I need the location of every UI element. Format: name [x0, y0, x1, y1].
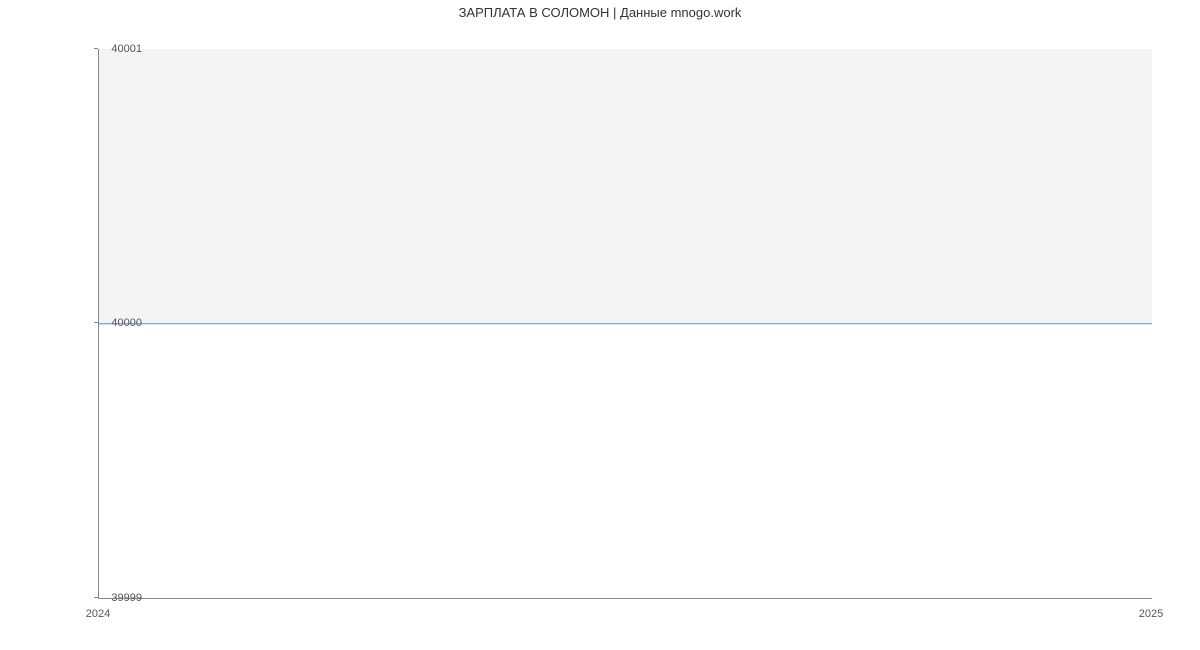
x-axis-tick-label: 2025: [1139, 608, 1163, 620]
chart-title: ЗАРПЛАТА В СОЛОМОН | Данные mnogo.work: [0, 0, 1200, 20]
x-axis-tick-label: 2024: [86, 608, 110, 620]
y-axis-tick: [94, 48, 98, 49]
y-axis-tick: [94, 322, 98, 323]
y-axis-tick: [94, 597, 98, 598]
data-series-line: [99, 323, 1152, 324]
y-axis-tick-label: 39999: [111, 592, 142, 604]
plot-background: [98, 49, 1152, 599]
plot-background-lower: [99, 324, 1152, 599]
y-axis-tick-label: 40000: [111, 317, 142, 329]
y-axis-tick-label: 40001: [111, 43, 142, 55]
chart-plot: [98, 49, 1151, 598]
